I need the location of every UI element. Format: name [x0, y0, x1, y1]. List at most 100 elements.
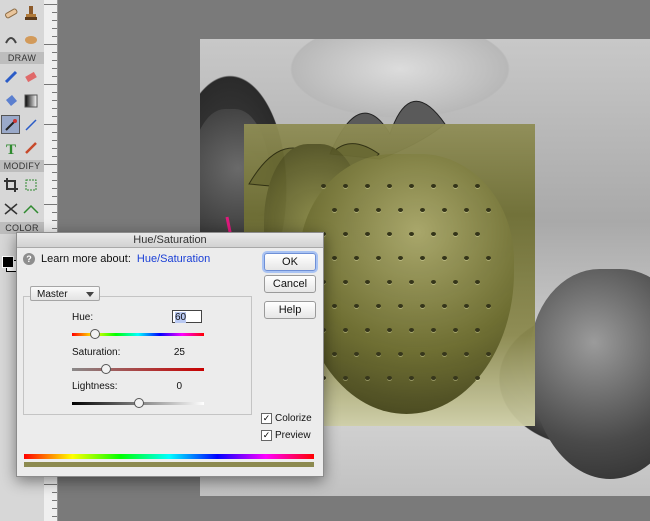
- tinted-strawberry-front: [299, 154, 514, 414]
- colorize-label: Colorize: [275, 413, 312, 424]
- strawberry-seed: [453, 376, 458, 380]
- strawberry-seed: [343, 328, 348, 332]
- strawberry-seed: [387, 376, 392, 380]
- ruler-tick: [52, 52, 57, 53]
- ruler-tick: [52, 188, 57, 189]
- learn-more-link[interactable]: Hue/Saturation: [137, 253, 210, 265]
- strawberry-seed: [442, 304, 447, 308]
- ruler-tick: [52, 36, 57, 37]
- strawberry-seed: [387, 184, 392, 188]
- strawberry-seed: [475, 280, 480, 284]
- hue-input[interactable]: 60: [172, 310, 202, 323]
- strawberry-seed: [376, 256, 381, 260]
- strawberry-seed: [431, 184, 436, 188]
- strawberry-seed: [398, 304, 403, 308]
- gradient-icon[interactable]: [22, 92, 40, 110]
- ruler-tick: [44, 44, 57, 45]
- saturation-value[interactable]: 25: [155, 347, 185, 358]
- strawberry-seed: [420, 304, 425, 308]
- crop-icon[interactable]: [2, 176, 20, 194]
- strawberry-seed: [343, 376, 348, 380]
- strawberry-seed: [409, 232, 414, 236]
- saturation-slider-track[interactable]: [72, 364, 204, 374]
- brush-icon[interactable]: [2, 68, 20, 86]
- ruler-tick: [52, 108, 57, 109]
- ruler-tick: [52, 68, 57, 69]
- eraser-icon[interactable]: [22, 68, 40, 86]
- ruler-tick: [52, 100, 57, 101]
- blur-icon[interactable]: [2, 30, 20, 48]
- lightness-slider-track[interactable]: [72, 398, 204, 408]
- strawberry-seed: [398, 208, 403, 212]
- strawberry-seed: [354, 352, 359, 356]
- straighten-icon[interactable]: [22, 200, 40, 218]
- strawberry-seed: [475, 232, 480, 236]
- colorize-checkbox[interactable]: ✓ Colorize: [261, 413, 312, 424]
- help-button[interactable]: Help: [264, 301, 316, 319]
- strawberry-seed: [398, 256, 403, 260]
- ruler-tick: [52, 508, 57, 509]
- stamp-icon[interactable]: [22, 4, 40, 22]
- strawberry-seed: [365, 376, 370, 380]
- ruler-tick: [52, 228, 57, 229]
- strawberry-seed: [387, 280, 392, 284]
- preview-check-icon[interactable]: ✓: [261, 430, 272, 441]
- transform-icon[interactable]: [22, 176, 40, 194]
- strawberry-seed: [453, 280, 458, 284]
- chevron-down-icon: [86, 292, 94, 297]
- hue-label: Hue:: [72, 312, 94, 323]
- sponge-icon[interactable]: [22, 30, 40, 48]
- hue-slider-track[interactable]: [72, 329, 204, 339]
- strawberry-seed: [486, 208, 491, 212]
- ruler-tick: [52, 132, 57, 133]
- strawberry-seed: [343, 184, 348, 188]
- strawberry-seed: [464, 256, 469, 260]
- strawberry-seed: [398, 352, 403, 356]
- ruler-tick: [44, 4, 57, 5]
- strawberry-seed: [442, 208, 447, 212]
- ok-button[interactable]: OK: [264, 253, 316, 271]
- strawberry-seed: [464, 352, 469, 356]
- strawberry-seed: [343, 280, 348, 284]
- eyedropper-icon[interactable]: [1, 115, 20, 134]
- pencil-icon[interactable]: [22, 139, 40, 157]
- foreground-color-swatch[interactable]: [2, 256, 14, 268]
- strawberry-seed: [387, 232, 392, 236]
- ruler-tick: [44, 84, 57, 85]
- line-icon[interactable]: [22, 116, 40, 134]
- preset-dropdown[interactable]: Master: [30, 286, 100, 301]
- strawberry-seed: [453, 232, 458, 236]
- lightness-slider-thumb[interactable]: [134, 398, 144, 408]
- strawberry-seed: [354, 208, 359, 212]
- section-draw: DRAW: [0, 52, 44, 64]
- tangle-icon[interactable]: [2, 200, 20, 218]
- preview-checkbox[interactable]: ✓ Preview: [261, 430, 311, 441]
- saturation-label: Saturation:: [72, 347, 121, 358]
- dialog-title: Hue/Saturation: [17, 233, 323, 248]
- ruler-tick: [44, 484, 57, 485]
- preset-value: Master: [37, 289, 68, 300]
- cancel-button[interactable]: Cancel: [264, 275, 316, 293]
- strawberry-seed: [431, 328, 436, 332]
- lightness-value[interactable]: 0: [152, 381, 182, 392]
- strawberry-seed: [387, 328, 392, 332]
- strawberry-seed: [409, 184, 414, 188]
- saturation-slider-thumb[interactable]: [101, 364, 111, 374]
- svg-text:T: T: [6, 142, 16, 156]
- strawberry-seed: [332, 304, 337, 308]
- strawberry-seed: [431, 280, 436, 284]
- type-icon[interactable]: T: [2, 139, 20, 157]
- section-modify: MODIFY: [0, 160, 44, 172]
- ruler-tick: [52, 76, 57, 77]
- bucket-icon[interactable]: [2, 92, 20, 110]
- ruler-tick: [52, 140, 57, 141]
- strawberry-seed: [354, 304, 359, 308]
- strawberry-seed: [409, 280, 414, 284]
- bandage-icon[interactable]: [2, 4, 20, 22]
- ruler-tick: [52, 156, 57, 157]
- ruler-tick: [44, 164, 57, 165]
- colorize-check-icon[interactable]: ✓: [261, 413, 272, 424]
- ruler-tick: [52, 492, 57, 493]
- strawberry-seed: [431, 376, 436, 380]
- hue-slider-thumb[interactable]: [90, 329, 101, 339]
